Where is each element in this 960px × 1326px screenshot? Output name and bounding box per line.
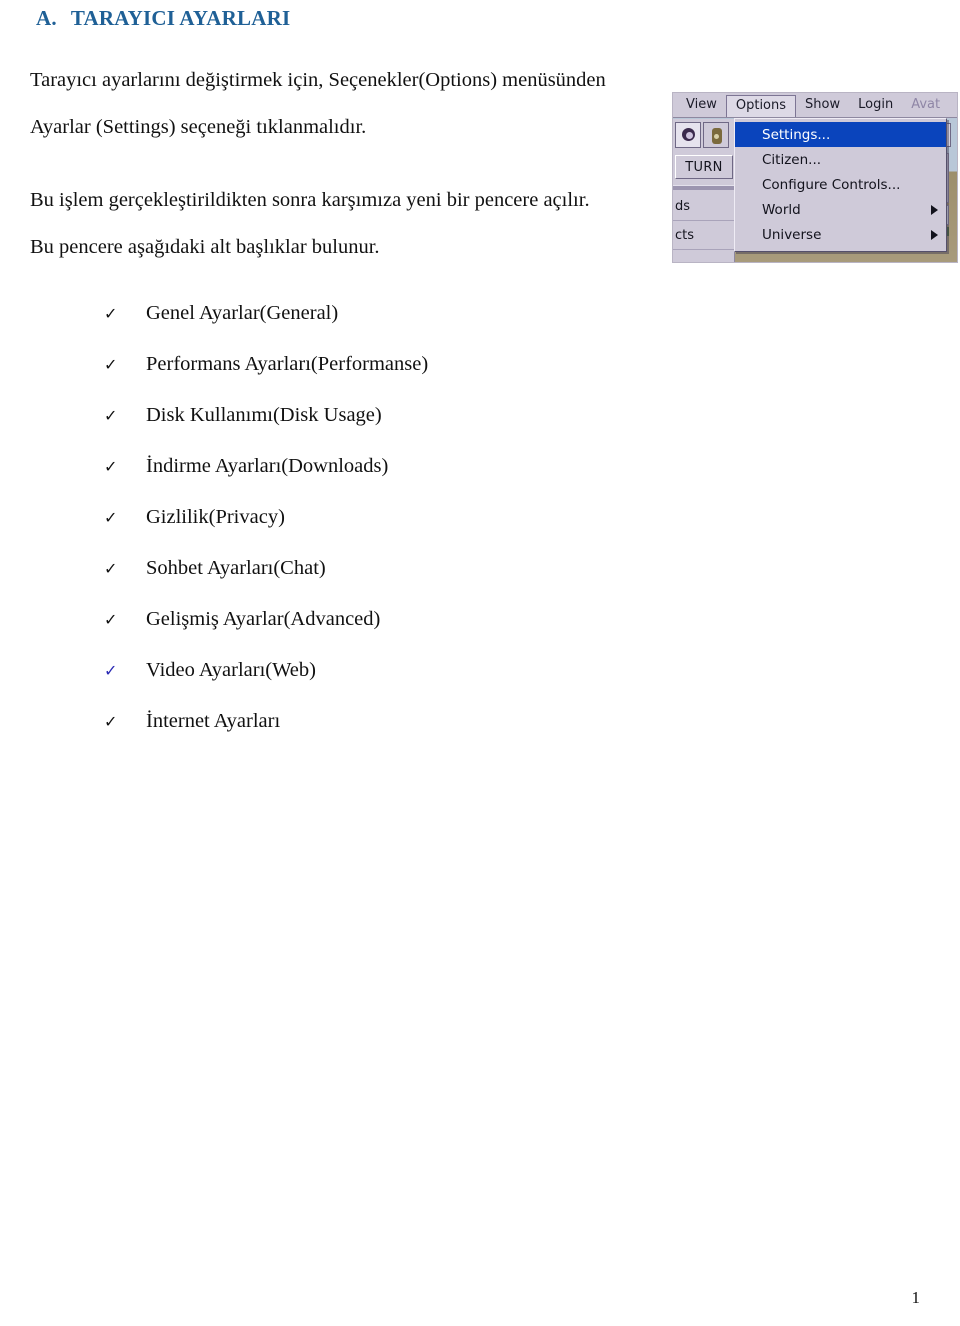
- list-item-label: Performans Ayarları(Performanse): [146, 353, 429, 375]
- checkmark-icon: ✓: [104, 610, 118, 629]
- paragraph-line: Bu pencere aşağıdaki alt başlıklar bulun…: [30, 236, 380, 258]
- list-item-label: İndirme Ayarları(Downloads): [146, 455, 389, 477]
- page-title-text: TARAYICI AYARLARI: [70, 6, 291, 30]
- page-title-label: A.: [36, 6, 57, 30]
- toolbar-divider: [673, 185, 735, 190]
- checkmark-icon: ✓: [104, 661, 118, 680]
- menu-item-label: World: [762, 201, 801, 218]
- menu-item-label: Settings...: [762, 126, 831, 143]
- menubar-item-avatar[interactable]: Avat: [902, 95, 949, 115]
- menu-item-configure-controls[interactable]: Configure Controls...: [735, 172, 946, 197]
- page-number: 1: [911, 1288, 921, 1307]
- list-item: ✓ İnternet Ayarları: [104, 710, 428, 761]
- application-screenshot: TURN ds cts View Options Show Login Avat…: [672, 92, 958, 263]
- menubar-item-show[interactable]: Show: [796, 95, 849, 115]
- menu-bar: View Options Show Login Avat: [673, 93, 957, 118]
- menu-item-universe[interactable]: Universe: [735, 222, 946, 247]
- checkmark-icon: ✓: [104, 406, 118, 425]
- paragraph-result: Bu işlem gerçekleştirildikten sonra karş…: [30, 177, 590, 271]
- left-toolbar: TURN ds cts: [673, 119, 735, 262]
- list-item: ✓ Video Ayarları(Web): [104, 659, 428, 710]
- turn-button[interactable]: TURN: [675, 155, 733, 179]
- list-item: ✓ İndirme Ayarları(Downloads): [104, 455, 428, 506]
- list-item-label: İnternet Ayarları: [146, 710, 281, 732]
- toolbar-icon-row: [673, 120, 735, 150]
- menu-item-world[interactable]: World: [735, 197, 946, 222]
- checkmark-icon: ✓: [104, 712, 118, 731]
- checkmark-icon: ✓: [104, 508, 118, 527]
- menu-item-label: Configure Controls...: [762, 176, 901, 193]
- paragraph-line: Ayarlar (Settings) seçeneği tıklanmalıdı…: [30, 116, 367, 138]
- menu-item-label: Citizen...: [762, 151, 822, 168]
- paragraph-intro: Tarayıcı ayarlarını değiştirmek için, Se…: [30, 57, 606, 151]
- checkmark-icon: ✓: [104, 457, 118, 476]
- chevron-right-icon: [931, 229, 938, 240]
- document-page: A. TARAYICI AYARLARI Tarayıcı ayarlarını …: [0, 0, 960, 1326]
- paragraph-line: Bu işlem gerçekleştirildikten sonra karş…: [30, 189, 590, 211]
- menu-item-settings[interactable]: Settings...: [735, 122, 946, 147]
- list-item: ✓ Sohbet Ayarları(Chat): [104, 557, 428, 608]
- settings-section-list: ✓ Genel Ayarlar(General) ✓ Performans Ay…: [104, 302, 428, 761]
- list-item: ✓ Gizlilik(Privacy): [104, 506, 428, 557]
- list-item: ✓ Disk Kullanımı(Disk Usage): [104, 404, 428, 455]
- toolbar-partial-label: ds: [673, 193, 735, 221]
- checkmark-icon: ✓: [104, 304, 118, 323]
- checkmark-icon: ✓: [104, 355, 118, 374]
- menubar-item-login[interactable]: Login: [849, 95, 902, 115]
- list-item-label: Disk Kullanımı(Disk Usage): [146, 404, 382, 426]
- avatar-secondary-icon[interactable]: [703, 122, 729, 148]
- list-item: ✓ Genel Ayarlar(General): [104, 302, 428, 353]
- avatar-icon[interactable]: [675, 122, 701, 148]
- page-title: A. TARAYICI AYARLARI: [36, 6, 290, 31]
- paragraph-line: Tarayıcı ayarlarını değiştirmek için, Se…: [30, 69, 606, 91]
- list-item-label: Gelişmiş Ayarlar(Advanced): [146, 608, 381, 630]
- chevron-right-icon: [931, 204, 938, 215]
- options-dropdown-menu: Settings... Citizen... Configure Control…: [734, 118, 947, 252]
- list-item: ✓ Performans Ayarları(Performanse): [104, 353, 428, 404]
- list-item-label: Sohbet Ayarları(Chat): [146, 557, 326, 579]
- list-item-label: Video Ayarları(Web): [146, 659, 316, 681]
- menubar-item-view[interactable]: View: [677, 95, 726, 115]
- list-item-label: Genel Ayarlar(General): [146, 302, 339, 324]
- menubar-item-options[interactable]: Options: [725, 95, 797, 117]
- menu-item-label: Universe: [762, 226, 822, 243]
- list-item-label: Gizlilik(Privacy): [146, 506, 285, 528]
- checkmark-icon: ✓: [104, 559, 118, 578]
- toolbar-partial-label: cts: [673, 222, 735, 250]
- list-item: ✓ Gelişmiş Ayarlar(Advanced): [104, 608, 428, 659]
- menu-item-citizen[interactable]: Citizen...: [735, 147, 946, 172]
